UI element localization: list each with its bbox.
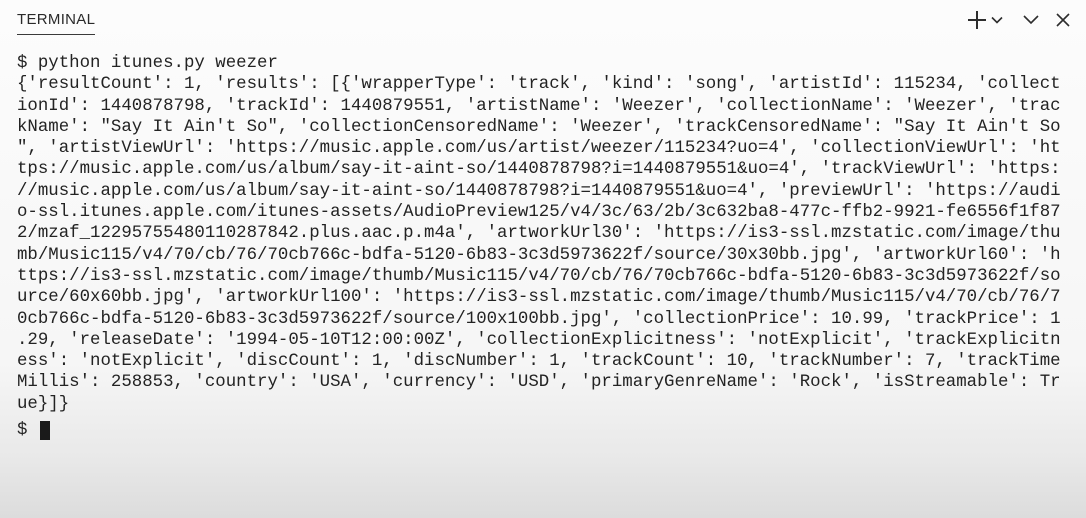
terminal-panel: TERMINAL $ python itunes.py weezer {'res…: [0, 0, 1086, 518]
output-line: //music.apple.com/us/album/say-it-aint-s…: [17, 181, 1061, 201]
output-line: {'resultCount': 1, 'results': [{'wrapper…: [17, 75, 1061, 95]
chevron-down-icon: [1023, 15, 1039, 25]
output-line: ", 'artistViewUrl': 'https://music.apple…: [17, 139, 1061, 159]
panel-actions: [962, 8, 1072, 32]
chevron-down-icon: [991, 16, 1003, 24]
output-line: ionId': 1440878798, 'trackId': 144087955…: [17, 96, 1061, 116]
output-line: ess': 'notExplicit', 'discCount': 1, 'di…: [17, 352, 1061, 372]
output-line: 2/mzaf_12295755480110287842.plus.aac.p.m…: [17, 224, 1061, 244]
tab-terminal[interactable]: TERMINAL: [17, 11, 96, 35]
output-line: .29, 'releaseDate': '1994-05-10T12:00:00…: [17, 330, 1061, 350]
panel-header: TERMINAL: [0, 0, 1086, 40]
terminal-dropdown-button[interactable]: [990, 8, 1004, 32]
terminal-cursor: [39, 421, 50, 441]
output-line: urce/60x60bb.jpg', 'artworkUrl100': 'htt…: [17, 288, 1061, 308]
close-icon: [1056, 13, 1070, 27]
output-line: tps://music.apple.com/us/album/say-it-ai…: [17, 160, 1061, 180]
output-line: o-ssl.itunes.apple.com/itunes-assets/Aud…: [17, 203, 1061, 223]
new-terminal-button[interactable]: [966, 8, 988, 32]
close-panel-button[interactable]: [1054, 8, 1072, 32]
output-line: ue}]}: [17, 394, 70, 414]
prompt-symbol: $: [17, 421, 38, 440]
output-line: ttps://is3-ssl.mzstatic.com/image/thumb/…: [17, 266, 1061, 286]
output-line: kName': "Say It Ain't So", 'collectionCe…: [17, 117, 1061, 137]
maximize-panel-button[interactable]: [1022, 8, 1040, 32]
terminal-output[interactable]: $ python itunes.py weezer {'resultCount'…: [17, 53, 1067, 415]
output-line: 0cb766c-bdfa-5120-6b83-3c3d5973622f/sour…: [17, 309, 1061, 329]
command-line: $ python itunes.py weezer: [17, 54, 278, 73]
output-line: mb/Music115/v4/70/cb/76/70cb766c-bdfa-51…: [17, 245, 1061, 265]
prompt-line[interactable]: $: [17, 420, 50, 441]
plus-icon: [968, 11, 986, 29]
output-line: Millis': 258853, 'country': 'USA', 'curr…: [17, 373, 1061, 393]
